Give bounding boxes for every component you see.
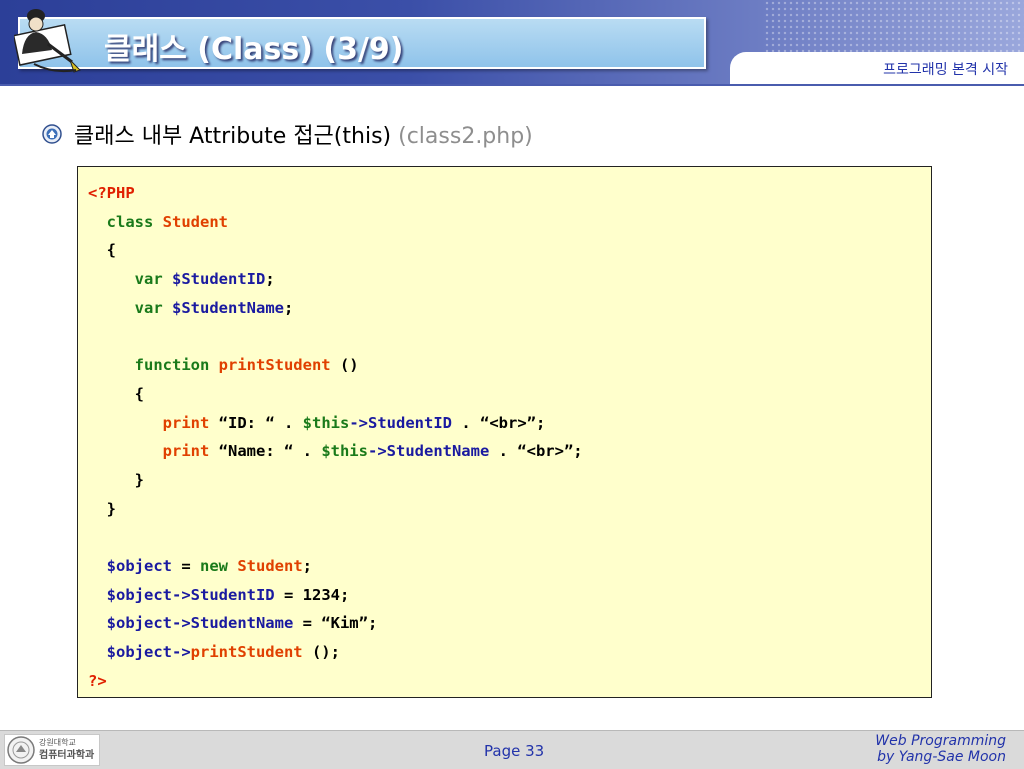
footer-department-name: 컴퓨터과학과 — [39, 750, 95, 761]
footer-course: Web Programming — [875, 733, 1006, 749]
bullet-filename: (class2.php) — [398, 124, 533, 149]
code-line: { — [88, 241, 116, 260]
code-token: ; — [302, 556, 313, 575]
code-line: ?> — [88, 671, 107, 690]
university-emblem-icon — [42, 124, 62, 144]
code-token: printStudent — [190, 643, 303, 661]
code-token: new — [200, 556, 228, 575]
code-token: “Name: “ . — [209, 442, 322, 461]
code-token: $object — [88, 556, 172, 575]
code-line: print “Name: “ . $this->StudentName . “<… — [88, 437, 583, 466]
code-token: StudentID — [190, 585, 275, 604]
code-line: $object = new Student; — [88, 552, 583, 581]
footer-credit: Web Programming by Yang-Sae Moon — [875, 733, 1006, 765]
header-dot-pattern — [764, 0, 1024, 56]
code-token: $object-> — [88, 614, 191, 633]
code-token: ; — [265, 270, 275, 289]
slide-title: 클래스 (Class) (3/9) — [104, 32, 404, 67]
code-token: = “Kim”; — [293, 614, 378, 633]
footer-university-logo: 강원대학교 컴퓨터과학과 — [4, 734, 100, 766]
code-line: var $StudentName; — [88, 294, 583, 323]
code-token: print — [88, 442, 210, 461]
code-token: . “<br>”; — [489, 442, 583, 461]
header-underline — [0, 84, 1024, 86]
code-token: -> — [367, 442, 387, 461]
bullet-heading: 클래스 내부 Attribute 접근(this) — [74, 124, 392, 149]
code-token: StudentID — [368, 413, 452, 432]
footer-university-name: 강원대학교 — [39, 738, 76, 747]
code-listing: <?PHP class Student { var $StudentID; va… — [88, 179, 583, 695]
code-token: $object-> — [88, 643, 191, 661]
code-token: $object-> — [88, 585, 191, 604]
code-token: -> — [349, 413, 368, 432]
code-line: class Student — [88, 208, 583, 237]
code-line: $object->StudentID = 1234; — [88, 581, 583, 610]
code-token: var — [88, 270, 172, 289]
code-line: function printStudent () — [88, 351, 583, 380]
university-seal-icon — [7, 736, 35, 764]
code-token: $this — [302, 413, 350, 432]
code-token: () — [330, 356, 359, 375]
code-line: $object->StudentName = “Kim”; — [88, 609, 583, 638]
page-number: Page 33 — [484, 742, 545, 760]
person-writing-icon — [14, 9, 81, 73]
code-token: print — [88, 413, 210, 432]
code-token: printStudent — [218, 356, 331, 375]
code-token: = 1234; — [274, 585, 350, 604]
code-line: print “ID: “ . $this->StudentID . “<br>”… — [88, 409, 583, 438]
code-line: <?PHP — [88, 184, 135, 202]
code-token: var — [88, 298, 172, 317]
code-line: } — [88, 470, 144, 489]
code-token: $this — [321, 442, 368, 461]
code-token: (); — [302, 643, 340, 661]
bullet-text: 클래스 내부 Attribute 접근(this) (class2.php) — [74, 118, 533, 150]
code-token: function — [88, 356, 219, 375]
code-line: var $StudentID; — [88, 265, 583, 294]
course-subtitle: 프로그래밍 본격 시작 — [883, 62, 1008, 78]
code-line: } — [88, 499, 116, 518]
code-token: $StudentID — [172, 270, 266, 289]
code-box: <?PHP class Student { var $StudentID; va… — [77, 166, 932, 698]
code-token: “ID: “ . — [209, 413, 303, 432]
code-token: StudentName — [386, 442, 490, 461]
footer-author: by Yang-Sae Moon — [877, 749, 1006, 765]
code-token: class — [88, 212, 163, 231]
code-line: $object->printStudent (); — [88, 638, 583, 667]
code-token: ; — [283, 298, 294, 317]
code-line: { — [88, 384, 144, 403]
code-token: Student — [162, 212, 228, 231]
code-token: = — [172, 556, 200, 575]
code-token: StudentName — [190, 614, 294, 633]
code-token: Student — [237, 556, 303, 575]
code-token: $StudentName — [172, 298, 284, 317]
code-token: . “<br>”; — [452, 413, 546, 432]
